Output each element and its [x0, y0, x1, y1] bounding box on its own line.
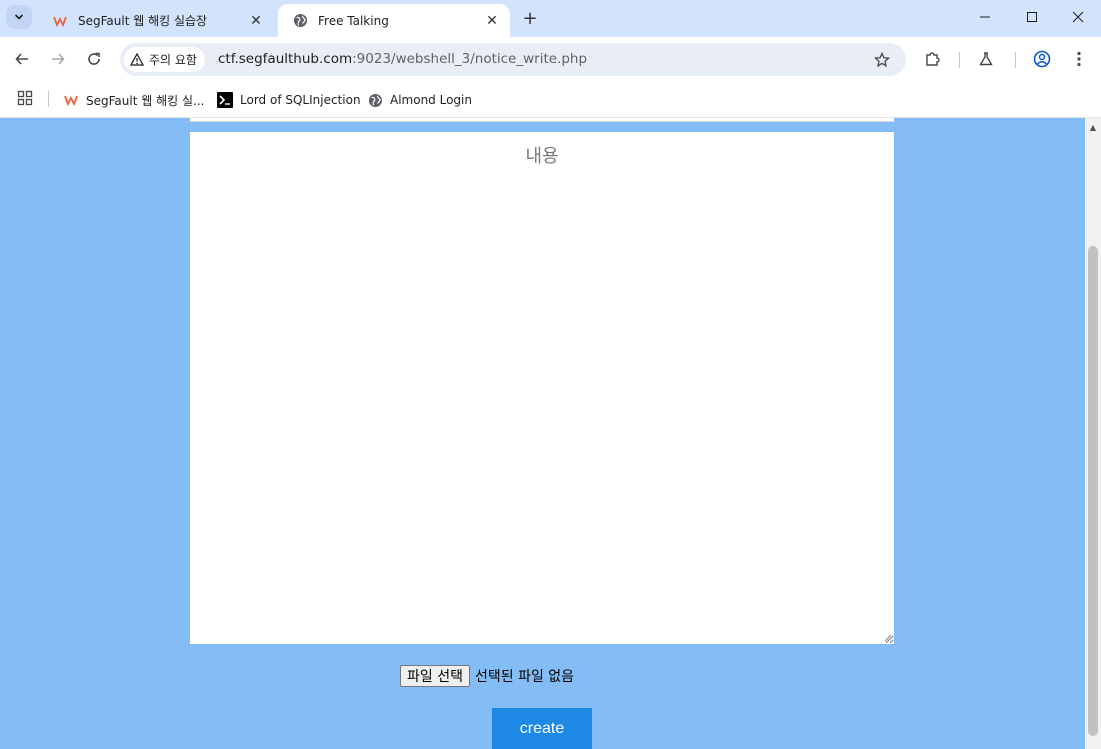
- page-viewport: 파일 선택 선택된 파일 없음 create: [0, 118, 1085, 749]
- url-host: ctf.segfaulthub.com: [218, 51, 353, 67]
- vertical-scrollbar[interactable]: ▲: [1085, 118, 1101, 749]
- bookmark-label: SegFault 웹 해킹 실...: [86, 93, 205, 108]
- tab-title: SegFault 웹 해킹 실습장: [78, 14, 208, 28]
- puzzle-icon: [926, 52, 940, 66]
- create-button[interactable]: create: [492, 708, 592, 749]
- minimize-button[interactable]: [962, 0, 1008, 34]
- toolbar-divider: [1015, 52, 1016, 68]
- terminal-icon: [217, 92, 233, 108]
- back-button[interactable]: [8, 45, 36, 73]
- warning-icon: [130, 53, 144, 66]
- extensions-button[interactable]: [920, 46, 946, 72]
- plus-icon: +: [522, 7, 538, 29]
- globe-icon: [292, 13, 308, 29]
- toolbar-divider: [959, 52, 960, 68]
- bookmark-lord-of-sqlinjection[interactable]: Lord of SQLInjection: [217, 87, 361, 113]
- bookmarks-bar: SegFault 웹 해킹 실... Lord of SQLInjection …: [0, 82, 1101, 118]
- file-status-text: 선택된 파일 없음: [474, 669, 575, 685]
- maximize-button[interactable]: [1009, 0, 1055, 34]
- new-tab-button[interactable]: +: [518, 6, 542, 30]
- menu-button[interactable]: [1066, 46, 1092, 72]
- arrow-left-icon: [15, 53, 28, 65]
- scroll-thumb[interactable]: [1088, 246, 1098, 736]
- segfault-logo-icon: [52, 13, 68, 29]
- profile-button[interactable]: [1029, 46, 1055, 72]
- segfault-logo-icon: [63, 92, 79, 108]
- apps-grid-icon[interactable]: [17, 90, 35, 108]
- scroll-up-arrow-icon[interactable]: ▲: [1085, 120, 1101, 134]
- close-tab-icon[interactable]: ✕: [248, 13, 264, 29]
- more-vertical-icon: [1077, 51, 1081, 67]
- tab-free-talking[interactable]: Free Talking ✕: [278, 4, 510, 37]
- reload-button[interactable]: [80, 45, 108, 73]
- tab-search-button[interactable]: [6, 5, 32, 29]
- close-tab-icon[interactable]: ✕: [484, 13, 500, 29]
- bookmark-segfault[interactable]: SegFault 웹 해킹 실...: [63, 87, 204, 113]
- account-circle-icon: [1033, 50, 1051, 68]
- star-icon: [874, 52, 890, 68]
- chevron-down-icon: [14, 14, 24, 20]
- resize-grip-icon[interactable]: [882, 632, 892, 642]
- title-input[interactable]: [190, 118, 894, 122]
- url-path: :9023/webshell_3/notice_write.php: [352, 51, 588, 67]
- tab-title: Free Talking: [318, 13, 389, 28]
- bookmarks-divider: [48, 91, 49, 107]
- maximize-icon: [1027, 12, 1037, 22]
- file-upload: 파일 선택 선택된 파일 없음: [400, 665, 574, 687]
- tab-segfault[interactable]: SegFault 웹 해킹 실습장 ✕: [38, 4, 274, 37]
- close-icon: [1072, 11, 1084, 23]
- address-bar[interactable]: 주의 요함 ctf.segfaulthub.com:9023/webshell_…: [120, 43, 906, 76]
- choose-file-button[interactable]: 파일 선택: [400, 665, 470, 687]
- forward-button[interactable]: [44, 45, 72, 73]
- content-textarea[interactable]: [190, 132, 894, 644]
- minimize-icon: [980, 16, 990, 18]
- tab-strip: SegFault 웹 해킹 실습장 ✕ Free Talking ✕ +: [0, 0, 1101, 37]
- url-text[interactable]: ctf.segfaulthub.com:9023/webshell_3/noti…: [218, 51, 587, 67]
- arrow-right-icon: [52, 53, 65, 65]
- security-label: 주의 요함: [149, 53, 197, 67]
- close-window-button[interactable]: [1055, 0, 1101, 34]
- reload-icon: [88, 52, 100, 65]
- security-chip[interactable]: 주의 요함: [124, 47, 205, 72]
- bookmark-almond-login[interactable]: Almond Login: [367, 87, 472, 113]
- flask-icon: [979, 52, 993, 66]
- globe-icon: [367, 92, 383, 108]
- bookmark-star-button[interactable]: [872, 50, 892, 70]
- labs-button[interactable]: [973, 46, 999, 72]
- bookmark-label: Lord of SQLInjection: [240, 93, 361, 107]
- browser-toolbar: 주의 요함 ctf.segfaulthub.com:9023/webshell_…: [0, 37, 1101, 82]
- bookmark-label: Almond Login: [390, 93, 472, 107]
